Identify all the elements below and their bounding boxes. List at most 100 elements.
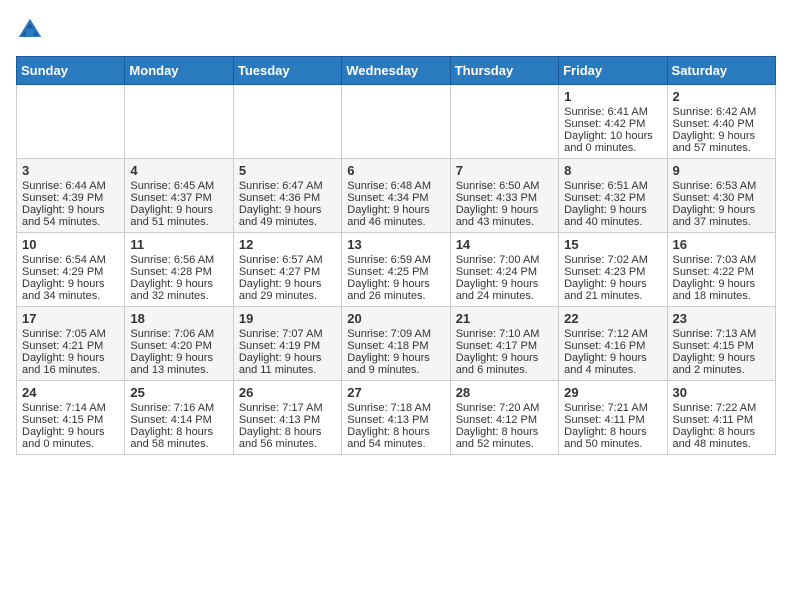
day-info: Sunset: 4:14 PM bbox=[130, 414, 227, 426]
day-info: Daylight: 9 hours bbox=[22, 278, 119, 290]
day-info: Sunset: 4:17 PM bbox=[456, 340, 553, 352]
day-info: Daylight: 8 hours bbox=[456, 426, 553, 438]
day-info: Sunrise: 7:13 AM bbox=[673, 328, 770, 340]
calendar-cell: 20Sunrise: 7:09 AMSunset: 4:18 PMDayligh… bbox=[342, 307, 450, 381]
day-info: Daylight: 9 hours bbox=[239, 278, 336, 290]
day-info: Sunset: 4:11 PM bbox=[673, 414, 770, 426]
day-info: and 37 minutes. bbox=[673, 216, 770, 228]
day-info: and 43 minutes. bbox=[456, 216, 553, 228]
day-info: Sunset: 4:27 PM bbox=[239, 266, 336, 278]
day-info: Sunset: 4:12 PM bbox=[456, 414, 553, 426]
day-info: Sunset: 4:11 PM bbox=[564, 414, 661, 426]
day-number: 9 bbox=[673, 163, 770, 178]
day-info: Sunrise: 6:41 AM bbox=[564, 106, 661, 118]
day-info: and 32 minutes. bbox=[130, 290, 227, 302]
calendar-cell: 19Sunrise: 7:07 AMSunset: 4:19 PMDayligh… bbox=[233, 307, 341, 381]
day-number: 5 bbox=[239, 163, 336, 178]
day-number: 23 bbox=[673, 311, 770, 326]
day-info: Sunrise: 7:17 AM bbox=[239, 402, 336, 414]
day-info: Sunset: 4:23 PM bbox=[564, 266, 661, 278]
calendar-cell: 25 Sunrise: 7:16 AMSunset: 4:14 PMDayligh… bbox=[125, 381, 233, 455]
column-header-sunday: Sunday bbox=[17, 57, 125, 85]
day-number: 22 bbox=[564, 311, 661, 326]
day-info: Sunset: 4:30 PM bbox=[673, 192, 770, 204]
day-info: Daylight: 9 hours bbox=[564, 204, 661, 216]
day-info: Sunset: 4:29 PM bbox=[22, 266, 119, 278]
day-info: and 51 minutes. bbox=[130, 216, 227, 228]
day-info: Sunset: 4:32 PM bbox=[564, 192, 661, 204]
day-info: Daylight: 9 hours bbox=[673, 130, 770, 142]
day-info: Sunrise: 7:05 AM bbox=[22, 328, 119, 340]
day-number: 12 bbox=[239, 237, 336, 252]
day-number: 6 bbox=[347, 163, 444, 178]
day-info: Sunset: 4:36 PM bbox=[239, 192, 336, 204]
day-info: and 48 minutes. bbox=[673, 438, 770, 450]
day-number: 1 bbox=[564, 89, 661, 104]
day-info: Daylight: 9 hours bbox=[22, 352, 119, 364]
day-info: and 0 minutes. bbox=[22, 438, 119, 450]
day-info: Sunrise: 7:03 AM bbox=[673, 254, 770, 266]
day-number: 14 bbox=[456, 237, 553, 252]
day-number: 19 bbox=[239, 311, 336, 326]
day-info: Daylight: 9 hours bbox=[130, 204, 227, 216]
calendar-cell: 7Sunrise: 6:50 AMSunset: 4:33 PMDaylight… bbox=[450, 159, 558, 233]
calendar-cell: 26Sunrise: 7:17 AMSunset: 4:13 PMDayligh… bbox=[233, 381, 341, 455]
day-info: Sunset: 4:33 PM bbox=[456, 192, 553, 204]
day-info: Sunset: 4:13 PM bbox=[347, 414, 444, 426]
day-info: Sunrise: 7:07 AM bbox=[239, 328, 336, 340]
day-info: and 54 minutes. bbox=[347, 438, 444, 450]
day-info: Sunrise: 6:51 AM bbox=[564, 180, 661, 192]
day-info: and 9 minutes. bbox=[347, 364, 444, 376]
day-number: 2 bbox=[673, 89, 770, 104]
calendar-cell: 29Sunrise: 7:21 AMSunset: 4:11 PMDayligh… bbox=[559, 381, 667, 455]
day-info: Sunset: 4:21 PM bbox=[22, 340, 119, 352]
day-info: Sunrise: 7:16 AM bbox=[130, 402, 227, 414]
day-number: 13 bbox=[347, 237, 444, 252]
calendar-cell: 8Sunrise: 6:51 AMSunset: 4:32 PMDaylight… bbox=[559, 159, 667, 233]
day-info: Sunset: 4:25 PM bbox=[347, 266, 444, 278]
day-info: Sunrise: 7:10 AM bbox=[456, 328, 553, 340]
day-number: 15 bbox=[564, 237, 661, 252]
day-info: Daylight: 9 hours bbox=[22, 426, 119, 438]
day-info: Daylight: 8 hours bbox=[130, 426, 227, 438]
day-info: and 26 minutes. bbox=[347, 290, 444, 302]
calendar-cell: 16Sunrise: 7:03 AMSunset: 4:22 PMDayligh… bbox=[667, 233, 775, 307]
day-info: Daylight: 9 hours bbox=[239, 352, 336, 364]
calendar-week-1: 1Sunrise: 6:41 AMSunset: 4:42 PMDaylight… bbox=[17, 85, 776, 159]
calendar-week-4: 17Sunrise: 7:05 AMSunset: 4:21 PMDayligh… bbox=[17, 307, 776, 381]
day-info: Sunrise: 6:59 AM bbox=[347, 254, 444, 266]
day-info: and 34 minutes. bbox=[22, 290, 119, 302]
day-info: and 6 minutes. bbox=[456, 364, 553, 376]
day-info: Sunset: 4:37 PM bbox=[130, 192, 227, 204]
day-info: and 18 minutes. bbox=[673, 290, 770, 302]
day-info: and 29 minutes. bbox=[239, 290, 336, 302]
calendar-cell bbox=[450, 85, 558, 159]
day-info: Sunrise: 6:48 AM bbox=[347, 180, 444, 192]
calendar-cell: 4Sunrise: 6:45 AMSunset: 4:37 PMDaylight… bbox=[125, 159, 233, 233]
calendar-cell: 11Sunrise: 6:56 AMSunset: 4:28 PMDayligh… bbox=[125, 233, 233, 307]
day-info: Sunset: 4:20 PM bbox=[130, 340, 227, 352]
day-info: Daylight: 9 hours bbox=[673, 204, 770, 216]
day-info: Sunrise: 6:47 AM bbox=[239, 180, 336, 192]
calendar-cell: 22Sunrise: 7:12 AMSunset: 4:16 PMDayligh… bbox=[559, 307, 667, 381]
day-number: 27 bbox=[347, 385, 444, 400]
day-info: Daylight: 9 hours bbox=[22, 204, 119, 216]
day-info: and 57 minutes. bbox=[673, 142, 770, 154]
day-info: Daylight: 9 hours bbox=[564, 352, 661, 364]
day-info: Daylight: 9 hours bbox=[347, 352, 444, 364]
page-header bbox=[16, 16, 776, 44]
day-info: Daylight: 9 hours bbox=[347, 204, 444, 216]
day-number: 18 bbox=[130, 311, 227, 326]
day-info: Sunset: 4:39 PM bbox=[22, 192, 119, 204]
calendar-cell: 10Sunrise: 6:54 AMSunset: 4:29 PMDayligh… bbox=[17, 233, 125, 307]
calendar-cell: 12Sunrise: 6:57 AMSunset: 4:27 PMDayligh… bbox=[233, 233, 341, 307]
day-info: and 40 minutes. bbox=[564, 216, 661, 228]
day-number: 3 bbox=[22, 163, 119, 178]
day-info: and 2 minutes. bbox=[673, 364, 770, 376]
day-info: Sunrise: 7:18 AM bbox=[347, 402, 444, 414]
day-info: and 49 minutes. bbox=[239, 216, 336, 228]
day-number: 25 bbox=[130, 385, 227, 400]
day-info: Sunrise: 7:02 AM bbox=[564, 254, 661, 266]
day-info: and 13 minutes. bbox=[130, 364, 227, 376]
day-info: Sunset: 4:18 PM bbox=[347, 340, 444, 352]
